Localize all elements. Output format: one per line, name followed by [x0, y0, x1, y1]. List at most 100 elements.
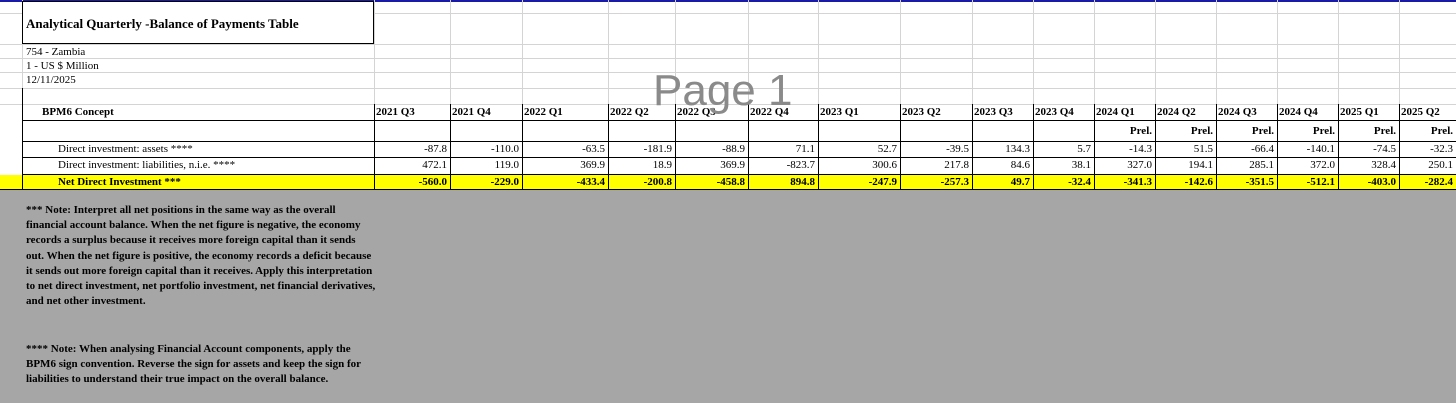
table-cell[interactable]: 250.1	[1399, 158, 1456, 172]
table-cell[interactable]: -32.3	[1399, 142, 1456, 156]
table-cell[interactable]: 5.7	[1033, 142, 1094, 156]
table-cell[interactable]: -229.0	[450, 175, 522, 189]
table-cell[interactable]: -560.0	[374, 175, 450, 189]
period-header: 2025 Q1	[1340, 106, 1379, 118]
status-label	[748, 124, 818, 138]
table-cell[interactable]: -88.9	[675, 142, 748, 156]
table-cell[interactable]: -87.8	[374, 142, 450, 156]
units-label: 1 - US $ Million	[26, 60, 99, 72]
column-border-line	[900, 104, 901, 190]
period-header: 2023 Q3	[974, 106, 1013, 118]
status-label	[450, 124, 522, 138]
period-header: 2024 Q4	[1279, 106, 1318, 118]
spreadsheet-page: Analytical Quarterly -Balance of Payment…	[0, 0, 1456, 403]
table-cell[interactable]: -341.3	[1094, 175, 1155, 189]
table-cell[interactable]: -512.1	[1277, 175, 1338, 189]
table-cell[interactable]: -66.4	[1216, 142, 1277, 156]
period-header: 2025 Q2	[1401, 106, 1440, 118]
row-label: Direct investment: assets ****	[58, 143, 193, 155]
column-border-line	[972, 104, 973, 190]
table-cell[interactable]: 327.0	[1094, 158, 1155, 172]
gridline-horizontal	[0, 44, 1456, 45]
period-header: 2022 Q2	[610, 106, 649, 118]
table-cell[interactable]: 71.1	[748, 142, 818, 156]
table-cell[interactable]: 369.9	[675, 158, 748, 172]
date-label: 12/11/2025	[26, 74, 76, 86]
column-border-line	[1094, 104, 1095, 190]
status-label	[1033, 124, 1094, 138]
status-label: Prel.	[1430, 125, 1453, 137]
table-cell[interactable]: -142.6	[1155, 175, 1216, 189]
status-label	[608, 124, 675, 138]
period-header: 2023 Q4	[1035, 106, 1074, 118]
table-cell[interactable]: -39.5	[900, 142, 972, 156]
status-label: Prel.	[1190, 125, 1213, 137]
header-border-line	[22, 120, 1456, 121]
table-cell[interactable]: 194.1	[1155, 158, 1216, 172]
status-label: Prel.	[1251, 125, 1274, 137]
row-border-line	[22, 157, 1456, 158]
status-label	[972, 124, 1033, 138]
column-border-line	[818, 104, 819, 190]
table-cell[interactable]: 38.1	[1033, 158, 1094, 172]
table-cell[interactable]: 134.3	[972, 142, 1033, 156]
status-label	[374, 124, 450, 138]
row-border-line	[22, 174, 1456, 175]
table-cell[interactable]: -257.3	[900, 175, 972, 189]
table-cell[interactable]: -247.9	[818, 175, 900, 189]
status-label	[818, 124, 900, 138]
page-watermark: Page 1	[653, 66, 793, 115]
column-border-line	[748, 104, 749, 190]
table-cell[interactable]: -458.8	[675, 175, 748, 189]
period-header: 2024 Q2	[1157, 106, 1196, 118]
table-cell[interactable]: -63.5	[522, 142, 608, 156]
table-cell[interactable]: 49.7	[972, 175, 1033, 189]
country-label: 754 - Zambia	[26, 46, 86, 58]
status-label	[522, 124, 608, 138]
table-cell[interactable]: 84.6	[972, 158, 1033, 172]
column-border-line	[1216, 104, 1217, 190]
table-cell[interactable]: 300.6	[818, 158, 900, 172]
table-cell[interactable]: -433.4	[522, 175, 608, 189]
table-cell[interactable]: -14.3	[1094, 142, 1155, 156]
table-cell[interactable]: 52.7	[818, 142, 900, 156]
period-header: 2024 Q1	[1096, 106, 1135, 118]
table-cell[interactable]: 369.9	[522, 158, 608, 172]
table-cell[interactable]: 51.5	[1155, 142, 1216, 156]
status-label: Prel.	[1129, 125, 1152, 137]
column-border-line	[1033, 104, 1034, 190]
table-cell[interactable]: 328.4	[1338, 158, 1399, 172]
table-cell[interactable]: 472.1	[374, 158, 450, 172]
column-border-line	[675, 104, 676, 190]
column-border-line	[374, 104, 375, 190]
status-label: Prel.	[1312, 125, 1335, 137]
table-cell[interactable]: -181.9	[608, 142, 675, 156]
status-label	[675, 124, 748, 138]
table-cell[interactable]: 285.1	[1216, 158, 1277, 172]
table-cell[interactable]: -351.5	[1216, 175, 1277, 189]
column-border-line	[450, 104, 451, 190]
status-label: Prel.	[1373, 125, 1396, 137]
table-cell[interactable]: 894.8	[748, 175, 818, 189]
row-label: Direct investment: liabilities, n.i.e. *…	[58, 159, 236, 171]
period-header: 2021 Q3	[376, 106, 415, 118]
period-header: 2023 Q1	[820, 106, 859, 118]
table-cell[interactable]: -110.0	[450, 142, 522, 156]
column-border-line	[1338, 104, 1339, 190]
table-cell[interactable]: -282.4	[1399, 175, 1456, 189]
table-cell[interactable]: 372.0	[1277, 158, 1338, 172]
table-cell[interactable]: -403.0	[1338, 175, 1399, 189]
period-header: 2023 Q2	[902, 106, 941, 118]
column-border-line	[1155, 104, 1156, 190]
table-cell[interactable]: -74.5	[1338, 142, 1399, 156]
status-label	[900, 124, 972, 138]
table-cell[interactable]: 217.8	[900, 158, 972, 172]
table-cell[interactable]: -200.8	[608, 175, 675, 189]
table-cell[interactable]: -32.4	[1033, 175, 1094, 189]
column-border-line	[522, 104, 523, 190]
table-cell[interactable]: -140.1	[1277, 142, 1338, 156]
table-cell[interactable]: -823.7	[748, 158, 818, 172]
table-cell[interactable]: 119.0	[450, 158, 522, 172]
column-border-line	[608, 104, 609, 190]
table-cell[interactable]: 18.9	[608, 158, 675, 172]
